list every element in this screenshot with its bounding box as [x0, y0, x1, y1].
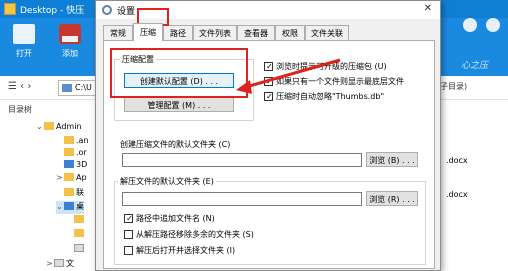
arrow-head: [236, 80, 252, 94]
tab-compress[interactable]: 压缩: [133, 23, 163, 41]
annotation-arrow: [236, 58, 341, 94]
arrow-line: [245, 58, 341, 89]
